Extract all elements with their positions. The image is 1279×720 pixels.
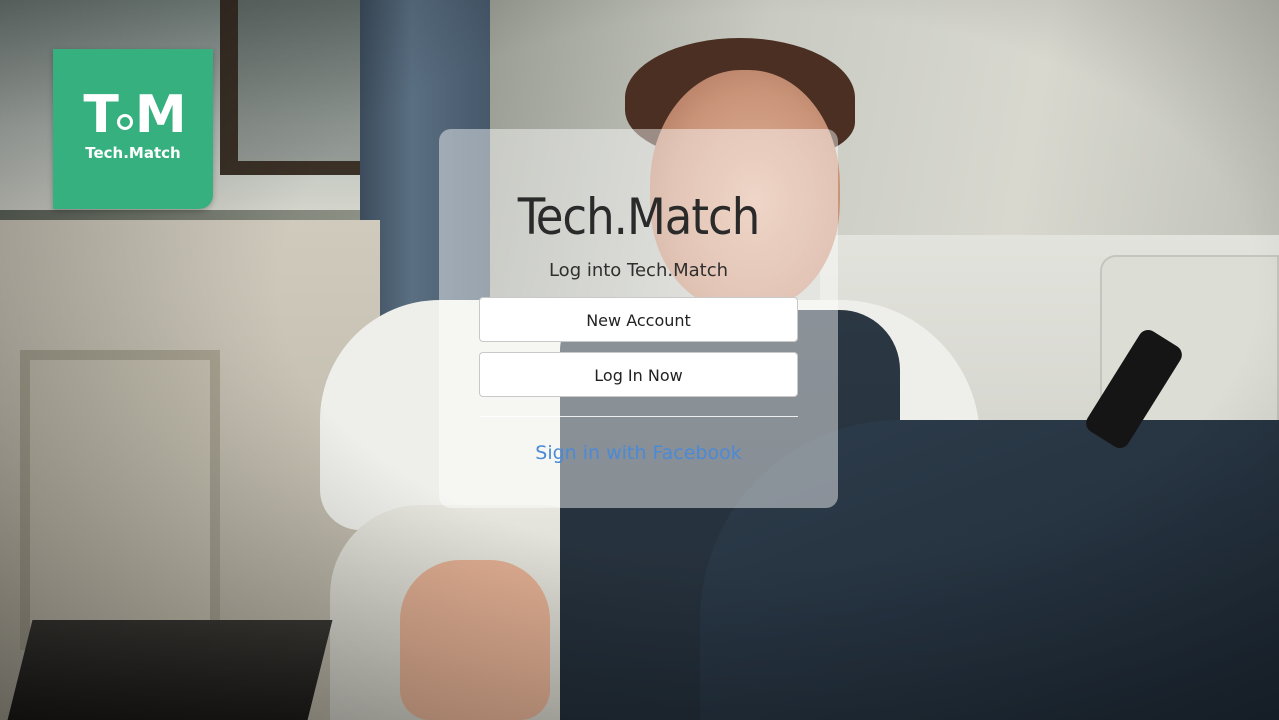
log-in-button[interactable]: Log In Now: [479, 352, 798, 397]
divider: [479, 416, 798, 417]
new-account-button[interactable]: New Account: [479, 297, 798, 342]
logo-dot-icon: [116, 114, 133, 130]
logo-wordmark: Tech.Match: [85, 144, 181, 162]
card-subtitle: Log into Tech.Match: [548, 260, 729, 281]
login-page: TM Tech.Match Tech.Match Log into Tech.M…: [0, 0, 1279, 720]
facebook-sign-in-link[interactable]: Sign in with Facebook: [439, 440, 838, 466]
brand-logo[interactable]: TM Tech.Match: [53, 49, 213, 209]
login-card: Tech.Match Log into Tech.Match New Accou…: [439, 129, 838, 508]
card-title: Tech.Match: [517, 188, 760, 246]
logo-monogram: TM: [83, 85, 186, 145]
